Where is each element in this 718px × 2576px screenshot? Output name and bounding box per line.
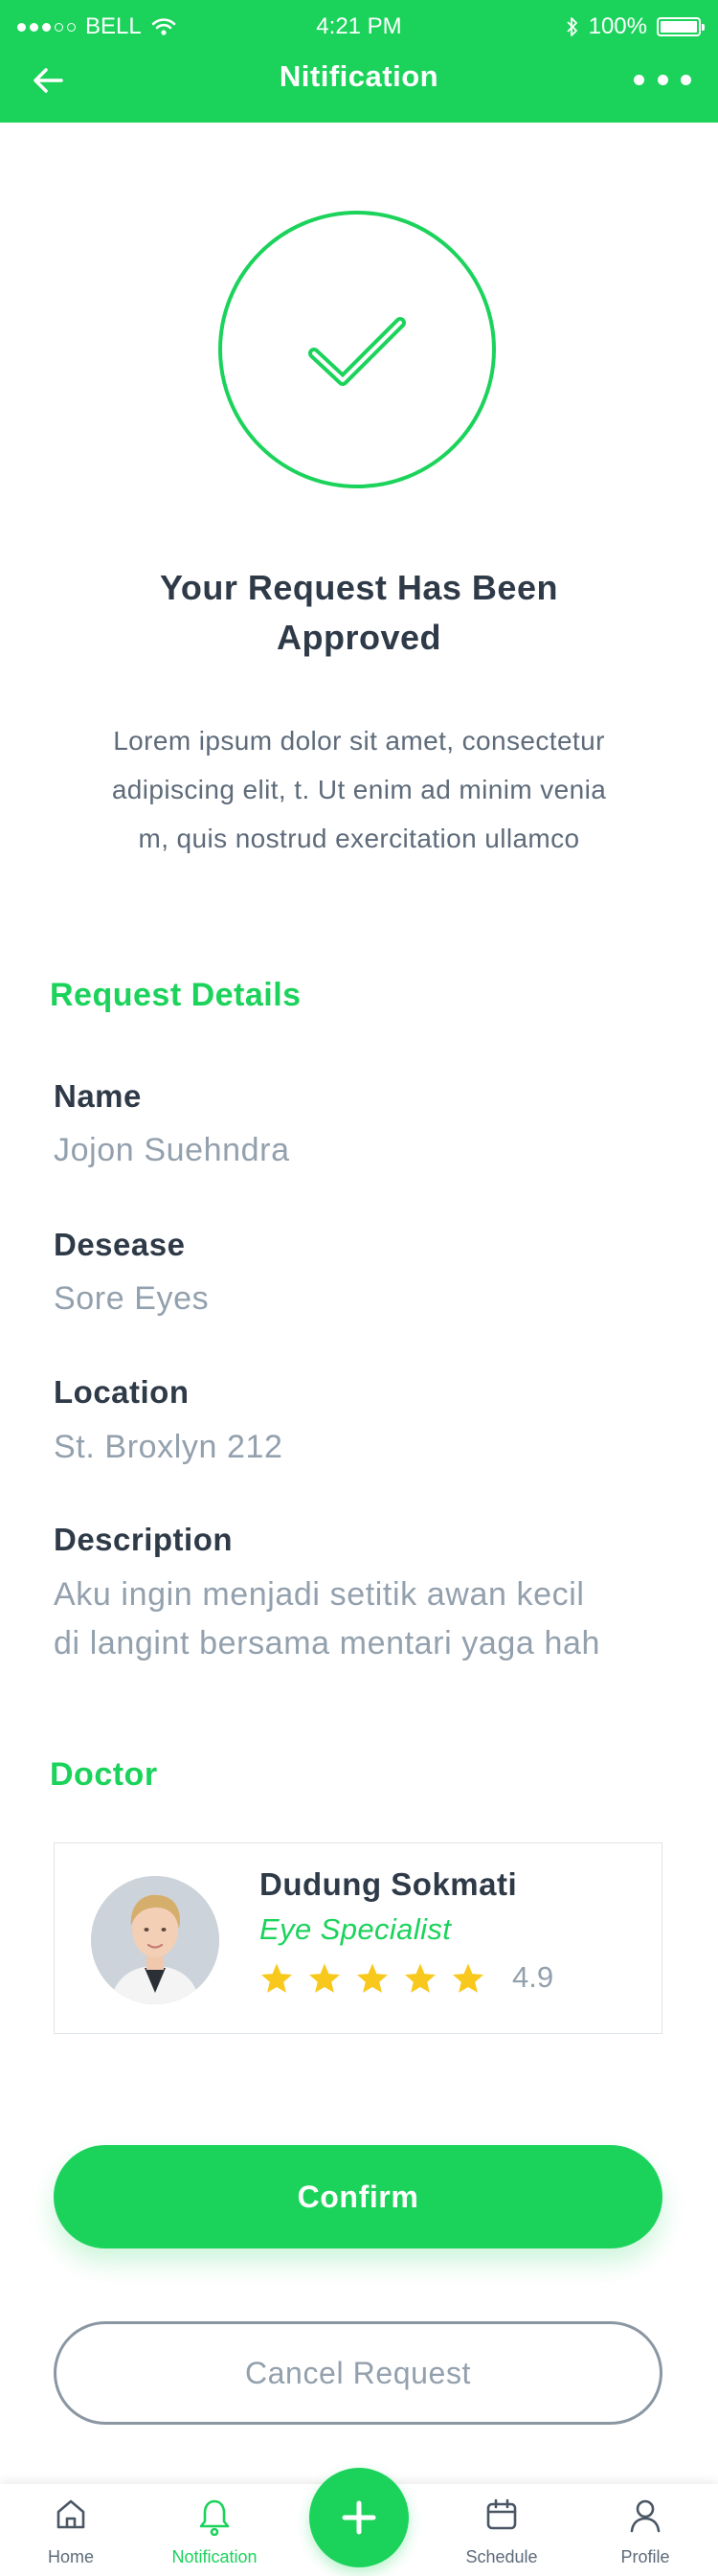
doctor-specialty: Eye Specialist	[259, 1912, 452, 1946]
location-value: St. Broxlyn 212	[54, 1429, 283, 1465]
tab-profile[interactable]: Profile	[588, 2484, 703, 2576]
page-title: Nitification	[279, 59, 439, 93]
rating-value: 4.9	[512, 1960, 554, 1994]
doctor-card[interactable]: Dudung Sokmati Eye Specialist 4.9	[54, 1842, 662, 2034]
name-value: Jojon Suehndra	[54, 1132, 290, 1168]
star-icon	[309, 1963, 340, 1993]
calendar-icon	[486, 2498, 517, 2530]
app-header: BELL 4:21 PM 100% Nitification	[0, 0, 718, 123]
status-bar: BELL 4:21 PM 100%	[17, 13, 705, 44]
rating-stars	[259, 1962, 485, 1995]
doctor-name: Dudung Sokmati	[259, 1866, 518, 1902]
doctor-heading: Doctor	[50, 1756, 158, 1793]
tab-home[interactable]: Home	[13, 2484, 128, 2576]
star-icon	[261, 1963, 292, 1993]
star-icon	[405, 1963, 436, 1993]
location-label: Location	[54, 1374, 190, 1410]
check-circle-icon	[218, 211, 496, 488]
plus-icon	[342, 2500, 376, 2535]
battery-icon	[657, 17, 705, 36]
description-label: Description	[54, 1522, 234, 1557]
cancel-request-button[interactable]: Cancel Request	[54, 2321, 662, 2425]
more-options-button[interactable]	[634, 65, 691, 94]
tab-home-label: Home	[47, 2547, 94, 2566]
tab-notification-label: Notification	[171, 2547, 258, 2566]
success-description: Lorem ipsum dolor sit amet, consectetur …	[111, 726, 607, 853]
add-button[interactable]	[309, 2468, 409, 2567]
star-icon	[453, 1963, 483, 1993]
confirm-button[interactable]: Confirm	[54, 2145, 662, 2248]
star-icon	[357, 1963, 388, 1993]
tab-notification[interactable]: Notification	[157, 2484, 272, 2576]
disease-label: Desease	[54, 1227, 186, 1262]
battery-percent: 100%	[588, 13, 647, 39]
tab-schedule-label: Schedule	[465, 2547, 538, 2566]
user-icon	[630, 2499, 661, 2533]
bluetooth-icon	[566, 17, 577, 36]
tab-schedule[interactable]: Schedule	[444, 2484, 559, 2576]
description-value: Aku ingin menjadi setitik awan kecil di …	[54, 1576, 600, 1661]
success-title: Your Request Has Been Approved	[160, 568, 558, 657]
bell-icon	[199, 2499, 230, 2536]
avatar	[91, 1876, 219, 2004]
nav-bar: Nitification	[0, 56, 718, 105]
tab-profile-label: Profile	[620, 2547, 670, 2566]
more-dots-icon	[634, 74, 644, 85]
disease-value: Sore Eyes	[54, 1280, 210, 1317]
request-details-heading: Request Details	[50, 977, 302, 1013]
name-label: Name	[54, 1078, 142, 1114]
home-icon	[56, 2499, 85, 2529]
